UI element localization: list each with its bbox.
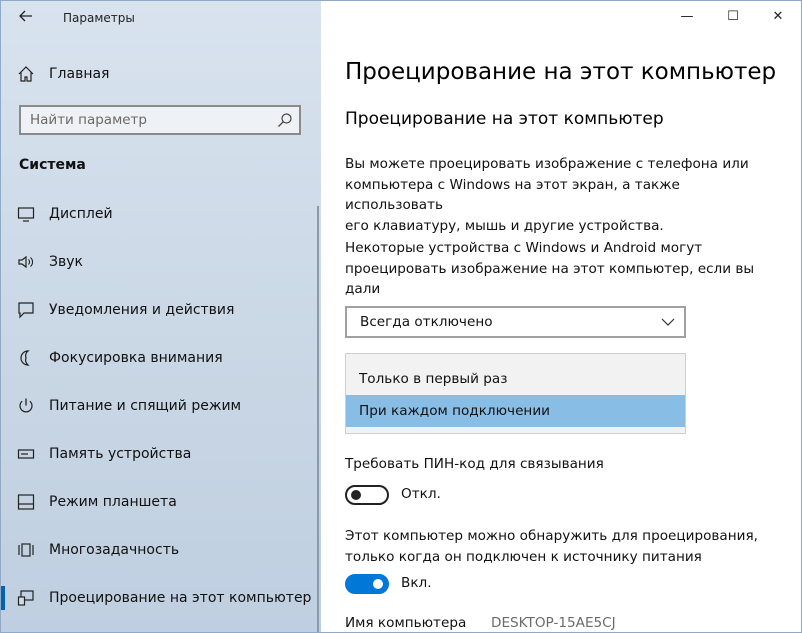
- sidebar-item-label: Звук: [49, 254, 83, 270]
- section-title: Проецирование на этот компьютер: [345, 109, 664, 129]
- multitasking-icon: [18, 543, 34, 557]
- description-line: компьютера с Windows на этот экран, а та…: [345, 176, 680, 214]
- search-icon[interactable]: [277, 112, 293, 128]
- projecting-icon: [17, 590, 34, 606]
- power-toggle[interactable]: [345, 574, 389, 594]
- sidebar-item-sound[interactable]: Звук: [1, 238, 321, 286]
- notifications-icon: [18, 302, 34, 319]
- page-title: Проецирование на этот компьютер: [345, 59, 777, 85]
- pc-name-label: Имя компьютера: [345, 615, 467, 631]
- sidebar-item-power[interactable]: Питание и спящий режим: [1, 382, 321, 430]
- search-placeholder: Найти параметр: [30, 112, 147, 128]
- sidebar-item-multitasking[interactable]: Многозадачность: [1, 526, 321, 574]
- description-1: Вы можете проецировать изображение с тел…: [345, 154, 775, 236]
- pin-toggle[interactable]: [345, 485, 389, 505]
- description-line: Вы можете проецировать изображение с тел…: [345, 156, 749, 172]
- sidebar: Параметры Главная Найти параметр Система…: [1, 1, 321, 632]
- focus-assist-icon: [20, 350, 30, 366]
- dropdown-selected-value: Всегда отключено: [360, 314, 493, 330]
- sidebar-item-label: Проецирование на этот компьютер: [49, 590, 312, 606]
- storage-icon: [17, 449, 35, 459]
- maximize-button[interactable]: ☐: [721, 5, 745, 29]
- minimize-button[interactable]: —: [675, 5, 699, 29]
- sidebar-item-focus-assist[interactable]: Фокусировка внимания: [1, 334, 321, 382]
- sidebar-item-label: Уведомления и действия: [49, 302, 235, 318]
- sidebar-item-label: Режим планшета: [49, 494, 177, 510]
- sidebar-item-display[interactable]: Дисплей: [1, 190, 321, 238]
- projection-mode-dropdown[interactable]: Всегда отключено: [345, 306, 686, 338]
- sidebar-nav: Дисплей Звук Уведомления и действия Фоку…: [1, 190, 321, 622]
- sidebar-item-storage[interactable]: Память устройства: [1, 430, 321, 478]
- back-arrow-icon[interactable]: [15, 7, 37, 29]
- display-icon: [17, 207, 35, 222]
- pin-toggle-text: Откл.: [401, 486, 441, 502]
- sound-icon: [18, 255, 33, 269]
- sidebar-item-label: Питание и спящий режим: [49, 398, 242, 414]
- tablet-mode-icon: [17, 494, 35, 510]
- sidebar-item-label: Фокусировка внимания: [49, 350, 223, 366]
- section-title-system: Система: [19, 157, 86, 173]
- power-toggle-text: Вкл.: [401, 575, 432, 591]
- description-line: Некоторые устройства с Windows и Android…: [345, 240, 703, 256]
- sidebar-item-label: Память устройства: [49, 446, 192, 462]
- pc-name-value: DESKTOP-15AE5CJ: [491, 615, 616, 631]
- description-line: проецировать изображение на этот компьют…: [345, 260, 755, 298]
- power-label-line: Этот компьютер можно обнаружить для прое…: [345, 528, 758, 544]
- chevron-down-icon: [661, 318, 675, 326]
- sidebar-item-tablet-mode[interactable]: Режим планшета: [1, 478, 321, 526]
- app-title: Параметры: [63, 11, 135, 25]
- close-button[interactable]: ✕: [766, 5, 790, 29]
- home-icon: [18, 66, 34, 82]
- sidebar-item-label: Главная: [49, 66, 110, 82]
- settings-window: Параметры Главная Найти параметр Система…: [0, 0, 802, 633]
- sidebar-item-projecting[interactable]: Проецирование на этот компьютер: [1, 574, 321, 622]
- dropdown-option-highlighted[interactable]: При каждом подключении: [346, 395, 685, 427]
- sidebar-item-home[interactable]: Главная: [17, 63, 109, 85]
- sidebar-scrollbar[interactable]: [317, 206, 319, 632]
- dropdown-menu: Только в первый раз При каждом подключен…: [345, 353, 686, 434]
- sidebar-item-label: Многозадачность: [49, 542, 180, 558]
- sidebar-item-label: Дисплей: [49, 206, 113, 222]
- description-line: его клавиатуру, мышь и другие устройства…: [345, 217, 664, 234]
- pin-label: Требовать ПИН-код для связывания: [345, 456, 604, 472]
- dropdown-option[interactable]: Только в первый раз: [346, 363, 685, 395]
- power-label: Этот компьютер можно обнаружить для прое…: [345, 526, 775, 567]
- power-icon: [19, 398, 33, 413]
- power-label-line: только когда он подключен к источнику пи…: [345, 548, 702, 565]
- sidebar-item-notifications[interactable]: Уведомления и действия: [1, 286, 321, 334]
- search-input[interactable]: Найти параметр: [19, 105, 301, 135]
